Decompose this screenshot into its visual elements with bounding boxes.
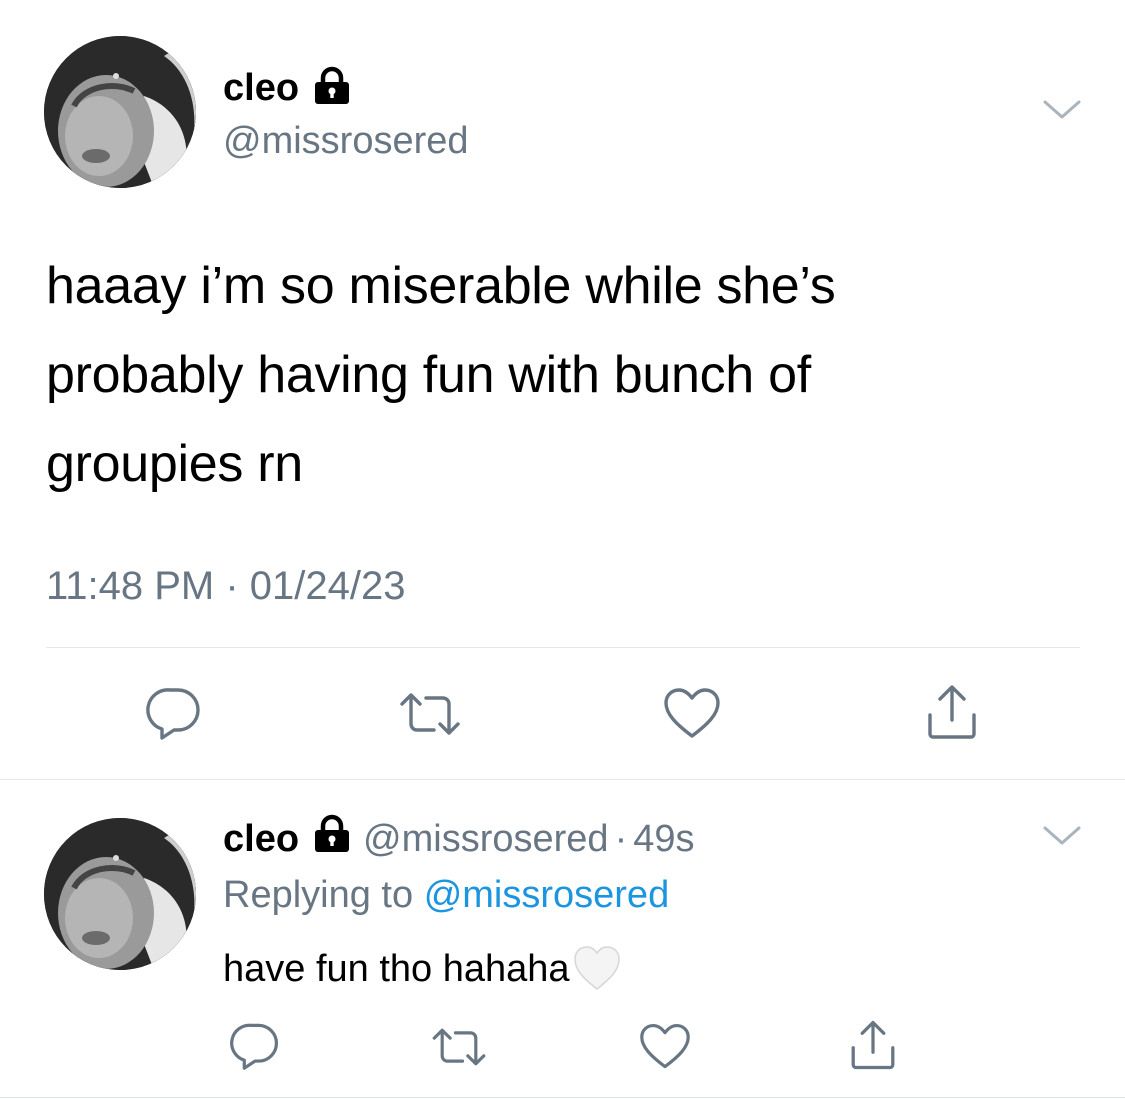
reply-icon[interactable] xyxy=(230,1020,280,1070)
tweet-time[interactable]: 49s xyxy=(633,818,694,861)
author-name[interactable]: cleo xyxy=(223,818,299,861)
avatar[interactable] xyxy=(44,818,196,970)
share-icon[interactable] xyxy=(846,1018,900,1072)
share-icon[interactable] xyxy=(922,682,982,742)
lock-icon xyxy=(311,814,353,864)
reply-text: have fun tho hahaha xyxy=(223,948,570,990)
replying-to-link[interactable]: @missrosered xyxy=(424,874,670,916)
tweet-text-line: haaay i’m so miserable while she’s xyxy=(46,257,836,315)
chevron-down-icon[interactable] xyxy=(1042,822,1082,848)
heart-icon[interactable] xyxy=(638,1022,692,1072)
divider xyxy=(0,1097,1125,1098)
chevron-down-icon[interactable] xyxy=(1042,96,1082,122)
reply-icon[interactable] xyxy=(146,684,202,740)
lock-icon xyxy=(311,66,353,111)
author-handle[interactable]: @missrosered xyxy=(223,118,469,164)
tweet-timestamp[interactable]: 11:48 PM · 01/24/23 xyxy=(46,560,406,612)
author-name[interactable]: cleo xyxy=(223,67,299,110)
divider xyxy=(46,647,1080,648)
replying-to-label: Replying to xyxy=(223,874,414,916)
retweet-icon[interactable] xyxy=(430,1024,488,1070)
heart-icon[interactable] xyxy=(662,686,722,742)
separator-dot: · xyxy=(614,817,628,860)
author-handle[interactable]: @missrosered xyxy=(363,818,609,861)
tweet-text-line: groupies rn xyxy=(46,435,303,493)
tweet-text-line: probably having fun with bunch of xyxy=(46,346,811,404)
divider xyxy=(0,779,1125,780)
avatar[interactable] xyxy=(44,36,196,188)
tweet-text: haaay i’m so miserable while she’s proba… xyxy=(46,242,836,509)
white-heart-emoji xyxy=(572,944,622,994)
retweet-icon[interactable] xyxy=(398,688,462,740)
